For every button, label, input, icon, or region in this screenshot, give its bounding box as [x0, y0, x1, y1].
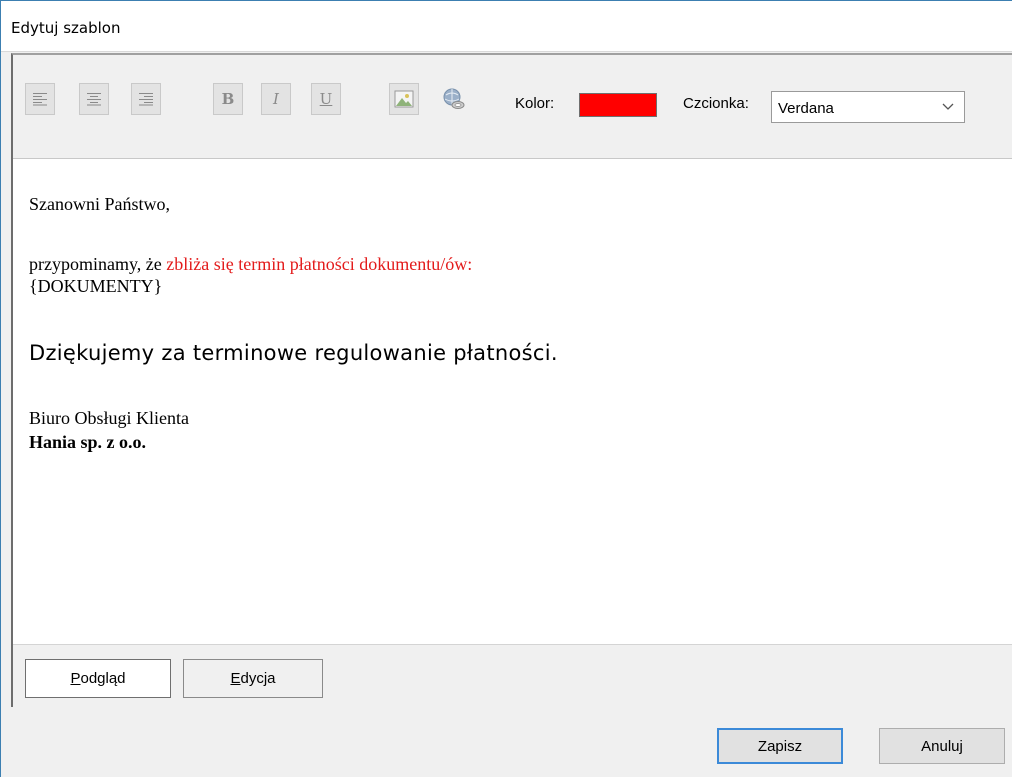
title-bar: Edytuj szablon [1, 1, 1012, 52]
signature-company: Hania sp. z o.o. [29, 432, 147, 452]
align-center-button[interactable] [79, 83, 109, 115]
align-right-button[interactable] [131, 83, 161, 115]
align-right-icon [139, 93, 153, 106]
reminder-prefix: przypominamy, że [29, 254, 167, 274]
save-button-label: Zapisz [757, 737, 803, 755]
underline-icon: U [319, 90, 333, 108]
font-label: Czcionka: [683, 95, 749, 112]
italic-icon: I [273, 90, 279, 108]
tab-preview-label: Podgląd [70, 670, 126, 687]
save-button[interactable]: Zapisz [717, 728, 843, 764]
insert-link-icon [443, 88, 465, 109]
align-left-button[interactable] [25, 83, 55, 115]
insert-image-icon [394, 90, 414, 108]
signature-department: Biuro Obsługi Klienta [29, 408, 189, 428]
view-tabs: Podgląd Edycja [13, 645, 1012, 707]
documents-placeholder: {DOKUMENTY} [29, 276, 163, 296]
align-center-icon [87, 93, 101, 106]
underline-button[interactable]: U [311, 83, 341, 115]
template-content-area[interactable]: Szanowni Państwo, przypominamy, że zbliż… [13, 159, 1012, 645]
thanks-text: Dziękujemy za terminowe regulowanie płat… [29, 341, 558, 365]
formatting-toolbar: B I U Kolor: Czcionka: Verdana [13, 55, 1012, 159]
cancel-button-label: Anuluj [921, 737, 963, 755]
insert-image-button[interactable] [389, 83, 419, 115]
reminder-text: przypominamy, że zbliża się termin płatn… [29, 253, 472, 275]
edit-template-window: Edytuj szablon B I U Kolor: Czcionka: Ve… [0, 0, 1012, 777]
tab-preview[interactable]: Podgląd [25, 659, 171, 698]
font-select-value: Verdana [778, 100, 834, 117]
bold-icon: B [221, 90, 235, 108]
greeting-text: Szanowni Państwo, [29, 194, 170, 214]
tab-edit-label: Edycja [230, 670, 276, 687]
window-title: Edytuj szablon [11, 19, 121, 37]
reminder-highlight: zbliża się termin płatności dokumentu/ów… [166, 254, 473, 274]
chevron-down-icon [942, 103, 954, 110]
tab-edit[interactable]: Edycja [183, 659, 323, 698]
italic-button[interactable]: I [261, 83, 291, 115]
editor-frame: B I U Kolor: Czcionka: Verdana Szanowni … [11, 53, 1012, 707]
color-picker[interactable] [579, 93, 657, 117]
bold-button[interactable]: B [213, 83, 243, 115]
insert-link-button[interactable] [439, 83, 469, 115]
cancel-button[interactable]: Anuluj [879, 728, 1005, 764]
align-left-icon [33, 93, 47, 106]
font-select[interactable]: Verdana [771, 91, 965, 123]
color-label: Kolor: [515, 95, 555, 112]
